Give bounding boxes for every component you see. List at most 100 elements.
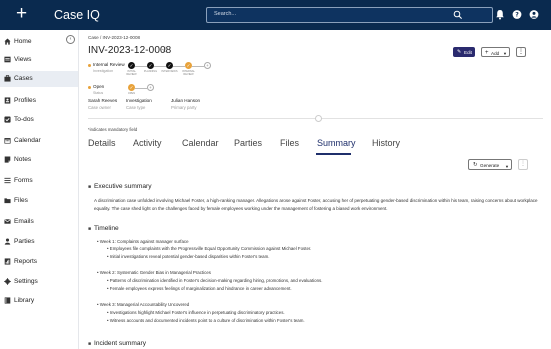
case-type-value[interactable]: Investigation — [126, 98, 152, 103]
views-icon — [4, 56, 11, 63]
emails-icon — [4, 219, 11, 224]
list-item-text: Employees file complaints with the Progr… — [109, 246, 312, 251]
sidebar-item-label: Home — [14, 38, 32, 45]
sidebar-item-label: Profiles — [14, 97, 36, 104]
timeline-heading: Timeline — [94, 225, 119, 232]
week-title: Week 1: Complaints against manager surfa… — [99, 239, 189, 244]
generate-button[interactable]: ↻ Generate ▼ — [468, 159, 512, 170]
refresh-icon: ↻ — [473, 161, 478, 168]
sidebar-item-home[interactable]: Home — [0, 34, 78, 50]
sidebar-item-reports[interactable]: Reports — [0, 254, 78, 270]
edit-button[interactable]: ✎ Edit — [453, 47, 475, 57]
sidebar-item-library[interactable]: Library — [0, 293, 78, 309]
mandatory-note: *indicates mandatory field — [88, 127, 138, 132]
tab-calendar[interactable]: Calendar — [182, 138, 219, 148]
sidebar-item-label: Parties — [14, 238, 35, 245]
bell-icon[interactable] — [495, 9, 505, 20]
sidebar: ‹ Home Views Cases Profiles To-dos Calen… — [0, 30, 79, 349]
more-options-button[interactable]: ⋮ — [516, 47, 526, 57]
cases-icon — [4, 75, 11, 82]
case-type-label: Case type — [126, 105, 146, 110]
settings-icon — [4, 278, 11, 285]
profiles-icon — [4, 97, 11, 104]
step-connector — [154, 65, 166, 67]
state-step-current[interactable]: ✓ — [128, 84, 135, 91]
list-item: • Witness accounts and documented incide… — [107, 318, 305, 323]
sidebar-item-views[interactable]: Views — [0, 52, 78, 68]
sidebar-item-label: Settings — [14, 278, 38, 285]
sidebar-item-emails[interactable]: Emails — [0, 214, 78, 230]
section-bullet: ■ — [88, 184, 92, 190]
star-icon[interactable]: ☆ — [161, 45, 169, 56]
sidebar-item-files[interactable]: Files — [0, 193, 78, 209]
sidebar-item-settings[interactable]: Settings — [0, 274, 78, 290]
list-item-text: Female employees express feelings of mar… — [109, 286, 292, 291]
timeline-week: • Week 1: Complaints against manager sur… — [97, 239, 189, 244]
tab-files[interactable]: Files — [280, 138, 299, 148]
todo-icon — [4, 116, 11, 123]
user-icon[interactable] — [529, 9, 539, 20]
section-bullet: ■ — [88, 226, 92, 232]
workflow-step-done[interactable]: ✓ — [128, 62, 135, 69]
caret-down-icon: ▼ — [505, 163, 509, 169]
list-item: • Initial investigations reveal potentia… — [107, 254, 270, 259]
workflow-step-add[interactable]: + — [204, 62, 211, 69]
primary-party-value[interactable]: Julian Hanson — [171, 98, 200, 103]
sidebar-item-profiles[interactable]: Profiles — [0, 93, 78, 109]
executive-summary-text: A discrimination case unfolded involving… — [94, 198, 538, 211]
sidebar-item-parties[interactable]: Parties — [0, 234, 78, 250]
sidebar-item-label: Emails — [14, 218, 34, 225]
primary-party-label: Primary party — [171, 105, 197, 110]
workflow-step-current[interactable]: ✓ — [185, 62, 192, 69]
pencil-icon: ✎ — [457, 49, 462, 55]
sidebar-item-todos[interactable]: To-dos — [0, 112, 78, 128]
tab-details[interactable]: Details — [88, 138, 116, 148]
add-button[interactable]: + Add ▼ — [481, 47, 510, 57]
status-sublabel: Investigation — [93, 68, 114, 73]
sidebar-item-forms[interactable]: Forms — [0, 173, 78, 189]
sidebar-item-label: Cases — [14, 75, 33, 82]
week-title: Week 2: Systematic Gender Bias in Manage… — [99, 270, 211, 275]
active-tab-indicator — [316, 153, 351, 155]
list-item: • Patterns of discrimination identified … — [107, 278, 323, 283]
tab-summary[interactable]: Summary — [317, 138, 356, 148]
section-bullet: ■ — [88, 341, 92, 347]
step-connector — [135, 65, 147, 67]
state-step-add[interactable]: + — [147, 84, 154, 91]
case-detail: Case / INV-2023-12-0008 INV-2023-12-0008… — [79, 30, 551, 349]
search-input[interactable]: Search... — [206, 7, 493, 23]
step-caption: OPEN — [127, 92, 136, 95]
files-icon — [4, 198, 11, 204]
top-bar: + Case IQ Search... ? — [0, 0, 551, 30]
tab-activity[interactable]: Activity — [133, 138, 162, 148]
step-caption: INTERVIEWS — [161, 70, 178, 73]
home-icon — [4, 38, 11, 45]
expand-toggle[interactable] — [315, 115, 322, 122]
tab-parties[interactable]: Parties — [234, 138, 262, 148]
help-icon[interactable]: ? — [512, 9, 522, 20]
workflow-step-done[interactable]: ✓ — [166, 62, 173, 69]
plus-icon: + — [485, 49, 489, 56]
generate-label: Generate — [480, 163, 500, 168]
week-title: Week 3: Managerial Accountability Uncove… — [99, 302, 190, 307]
sidebar-item-notes[interactable]: Notes — [0, 152, 78, 168]
reports-icon — [4, 258, 11, 265]
tab-history[interactable]: History — [372, 138, 400, 148]
case-owner-label: Case owner — [88, 105, 111, 110]
breadcrumb[interactable]: Case / INV-2023-12-0008 — [88, 35, 140, 40]
sidebar-item-calendar[interactable]: Calendar — [0, 133, 78, 149]
plus-icon[interactable]: + — [16, 4, 27, 24]
svg-text:?: ? — [515, 12, 519, 19]
executive-summary-heading: Executive summary — [94, 183, 152, 190]
sidebar-item-cases[interactable]: Cases — [0, 71, 78, 87]
case-owner-value[interactable]: Sarah Reeves — [88, 98, 117, 103]
workflow-step-done[interactable]: ✓ — [147, 62, 154, 69]
edit-label: Edit — [464, 49, 472, 55]
step-caption: INTERNAL REVIEW — [182, 70, 195, 76]
search-placeholder: Search... — [214, 11, 237, 17]
add-label: Add — [491, 50, 500, 56]
list-item-text: Investigations highlight Michael Foster'… — [109, 310, 285, 315]
summary-more-button[interactable]: ⋮ — [518, 159, 528, 170]
sidebar-item-label: Forms — [14, 177, 33, 184]
state-dot — [88, 86, 91, 89]
